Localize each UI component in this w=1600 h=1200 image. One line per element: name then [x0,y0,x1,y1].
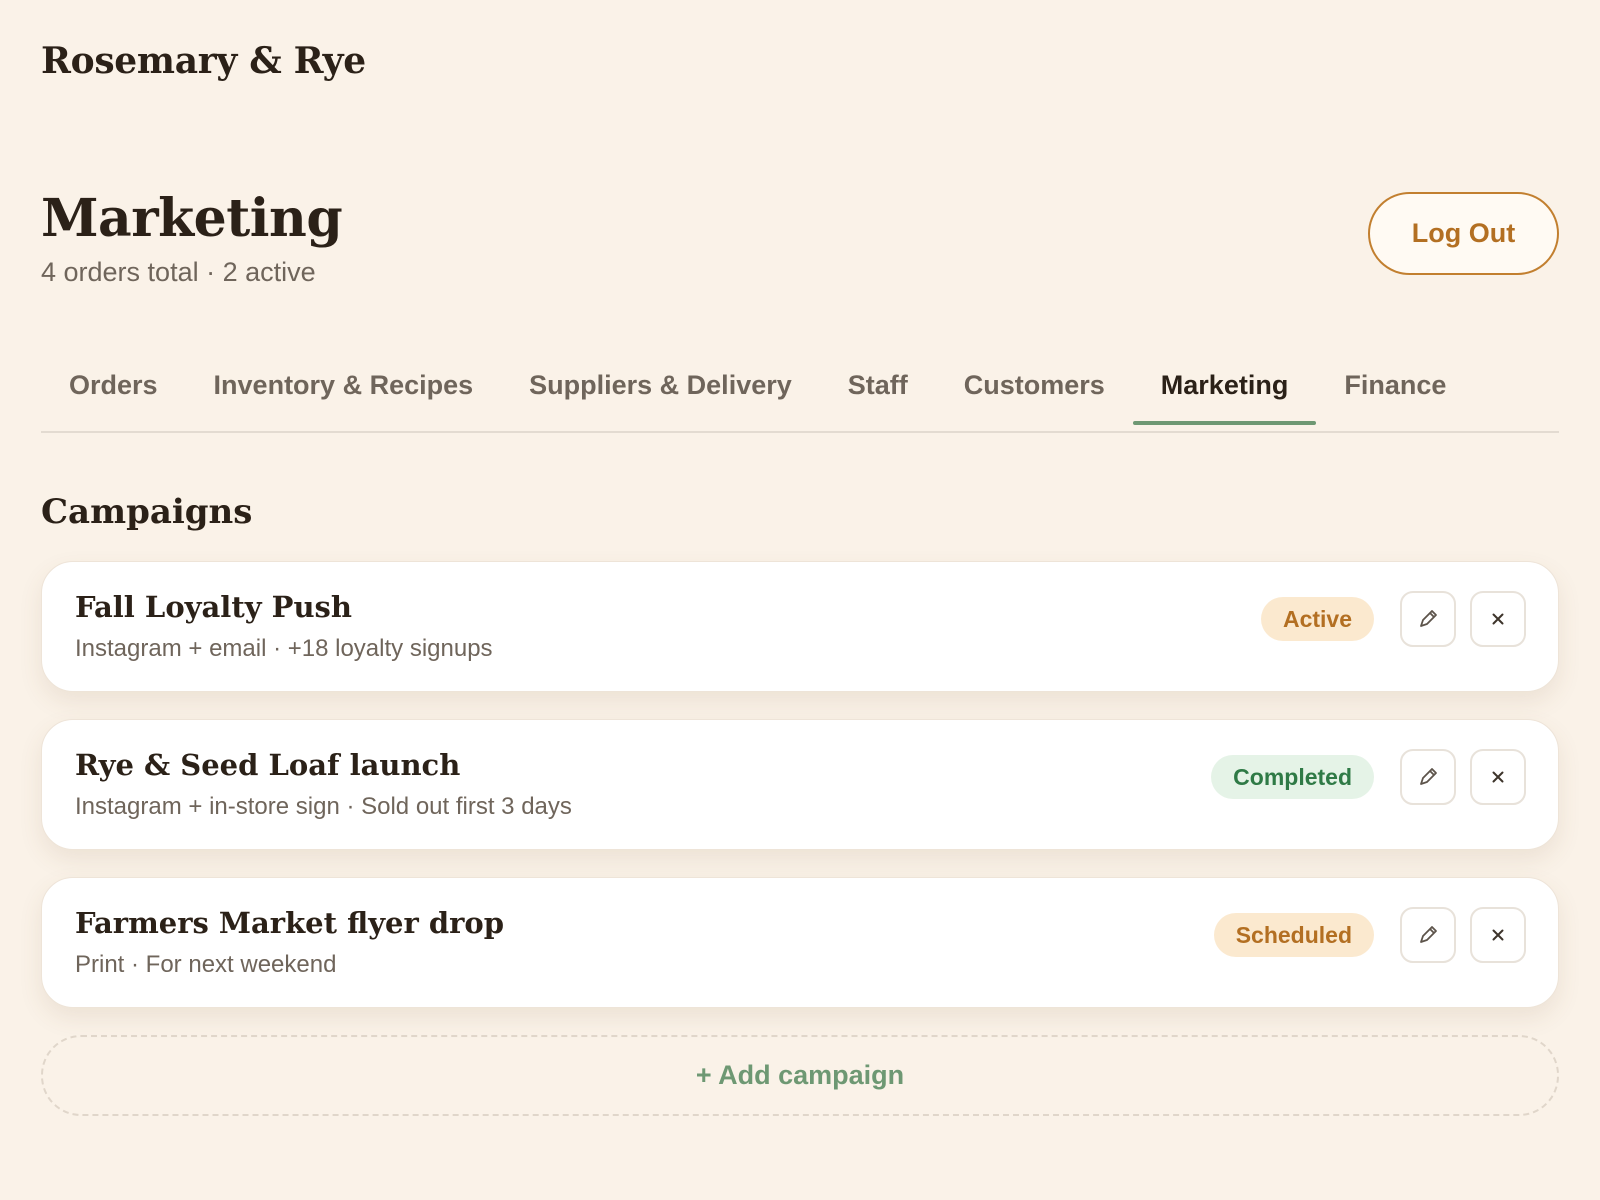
delete-campaign-button[interactable] [1470,749,1526,805]
page-subtitle: 4 orders total · 2 active [41,257,316,288]
edit-campaign-button[interactable] [1400,907,1456,963]
delete-campaign-button[interactable] [1470,907,1526,963]
campaign-card: Farmers Market flyer drop Print · For ne… [41,877,1559,1008]
campaign-card: Fall Loyalty Push Instagram + email · +1… [41,561,1559,692]
tab-customers[interactable]: Customers [936,358,1133,427]
campaign-list: Fall Loyalty Push Instagram + email · +1… [41,561,1559,1035]
pencil-icon [1420,768,1437,785]
pencil-icon [1420,926,1437,943]
tab-finance[interactable]: Finance [1316,358,1474,427]
tab-staff[interactable]: Staff [820,358,936,427]
pencil-icon [1420,610,1437,627]
app-page: Rosemary & Rye Marketing 4 orders total … [0,0,1600,1200]
campaign-card: Rye & Seed Loaf launch Instagram + in-st… [41,719,1559,850]
tab-bar: Orders Inventory & Recipes Suppliers & D… [41,358,1559,433]
close-icon [1492,929,1504,941]
close-icon [1492,613,1504,625]
page-title: Marketing [41,188,343,249]
tab-suppliers-delivery[interactable]: Suppliers & Delivery [501,358,820,427]
status-badge: Active [1260,597,1374,641]
tab-orders[interactable]: Orders [41,358,186,427]
brand-logo[interactable]: Rosemary & Rye [41,40,366,82]
edit-campaign-button[interactable] [1400,591,1456,647]
status-badge: Completed [1211,755,1374,799]
page-header: Marketing 4 orders total · 2 active Log … [41,190,1559,310]
section-title-campaigns: Campaigns [41,492,253,532]
edit-campaign-button[interactable] [1400,749,1456,805]
close-icon [1492,771,1504,783]
campaign-actions: Active [1260,591,1526,647]
tab-marketing[interactable]: Marketing [1132,358,1317,427]
logout-button[interactable]: Log Out [1368,192,1559,275]
campaign-actions: Scheduled [1213,907,1526,963]
tab-inventory-recipes[interactable]: Inventory & Recipes [186,358,502,427]
add-campaign-button[interactable]: + Add campaign [41,1035,1559,1116]
campaign-actions: Completed [1211,749,1526,805]
status-badge: Scheduled [1213,913,1374,957]
delete-campaign-button[interactable] [1470,591,1526,647]
